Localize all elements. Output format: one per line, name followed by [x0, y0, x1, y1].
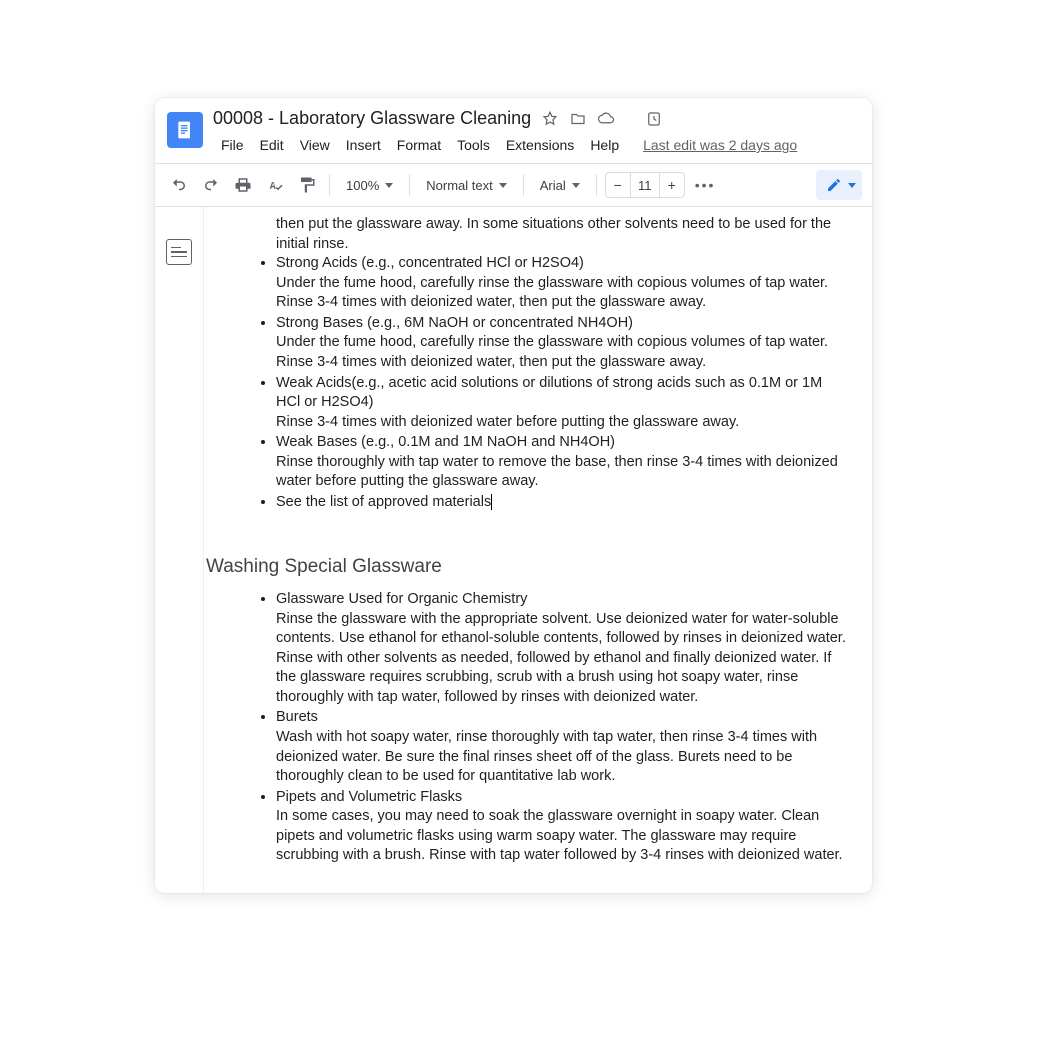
more-toolbar-button[interactable]: •••: [689, 177, 722, 193]
menu-format[interactable]: Format: [389, 133, 449, 157]
paint-format-button[interactable]: [293, 171, 321, 199]
header: 00008 - Laboratory Glassware Cleaning Fi…: [155, 98, 872, 157]
spellcheck-button[interactable]: [261, 171, 289, 199]
left-rail: [155, 207, 203, 893]
font-size-increase[interactable]: +: [660, 173, 684, 197]
list-item: Weak Acids(e.g., acetic acid solutions o…: [276, 374, 848, 433]
chevron-down-icon: [572, 183, 580, 188]
list-item: Pipets and Volumetric FlasksIn some case…: [276, 788, 848, 866]
move-icon[interactable]: [569, 110, 587, 128]
list-item: Weak Bases (e.g., 0.1M and 1M NaOH and N…: [276, 433, 848, 492]
list-item: See the list of approved materials: [276, 493, 848, 513]
undo-button[interactable]: [165, 171, 193, 199]
zoom-select[interactable]: 100%: [338, 171, 401, 199]
list-item: Strong Acids (e.g., concentrated HCl or …: [276, 254, 848, 313]
google-docs-window: 00008 - Laboratory Glassware Cleaning Fi…: [155, 98, 872, 893]
font-select[interactable]: Arial: [532, 171, 588, 199]
separator: [596, 174, 597, 196]
list-item: Glassware Used for Organic ChemistryRins…: [276, 590, 848, 707]
section-heading: Washing Special Glassware: [206, 554, 848, 580]
pencil-icon: [826, 177, 842, 193]
menu-view[interactable]: View: [292, 133, 338, 157]
chevron-down-icon: [499, 183, 507, 188]
menu-extensions[interactable]: Extensions: [498, 133, 582, 157]
redo-button[interactable]: [197, 171, 225, 199]
menu-tools[interactable]: Tools: [449, 133, 498, 157]
text-cursor: [491, 494, 492, 510]
font-value: Arial: [540, 178, 566, 193]
editing-mode-button[interactable]: [816, 170, 862, 200]
bullet-list-2: Glassware Used for Organic ChemistryRins…: [254, 590, 848, 866]
toolbar: 100% Normal text Arial − + •••: [155, 163, 872, 207]
zoom-value: 100%: [346, 178, 379, 193]
intro-fragment: then put the glassware away. In some sit…: [254, 215, 848, 254]
separator: [409, 174, 410, 196]
paragraph-style-select[interactable]: Normal text: [418, 171, 514, 199]
bullet-list-1: Strong Acids (e.g., concentrated HCl or …: [254, 254, 848, 512]
document-page[interactable]: then put the glassware away. In some sit…: [203, 207, 872, 893]
menu-bar: File Edit View Insert Format Tools Exten…: [213, 133, 860, 157]
last-edit-link[interactable]: Last edit was 2 days ago: [643, 137, 797, 153]
font-size-group: − +: [605, 172, 685, 198]
cloud-status-icon[interactable]: [597, 110, 615, 128]
menu-file[interactable]: File: [213, 133, 252, 157]
font-size-decrease[interactable]: −: [606, 173, 630, 197]
menu-edit[interactable]: Edit: [252, 133, 292, 157]
chevron-down-icon: [385, 183, 393, 188]
chevron-down-icon: [848, 183, 856, 188]
docs-logo-icon[interactable]: [167, 112, 203, 148]
document-area: then put the glassware away. In some sit…: [155, 207, 872, 893]
outline-toggle-icon[interactable]: [166, 239, 192, 265]
print-button[interactable]: [229, 171, 257, 199]
separator: [329, 174, 330, 196]
font-size-input[interactable]: [630, 173, 660, 197]
menu-help[interactable]: Help: [582, 133, 627, 157]
document-title[interactable]: 00008 - Laboratory Glassware Cleaning: [213, 106, 531, 131]
list-item: BuretsWash with hot soapy water, rinse t…: [276, 708, 848, 786]
title-row: 00008 - Laboratory Glassware Cleaning: [213, 106, 860, 131]
separator: [523, 174, 524, 196]
style-value: Normal text: [426, 178, 492, 193]
version-history-icon[interactable]: [645, 110, 663, 128]
list-item: Strong Bases (e.g., 6M NaOH or concentra…: [276, 314, 848, 373]
star-icon[interactable]: [541, 110, 559, 128]
menu-insert[interactable]: Insert: [338, 133, 389, 157]
